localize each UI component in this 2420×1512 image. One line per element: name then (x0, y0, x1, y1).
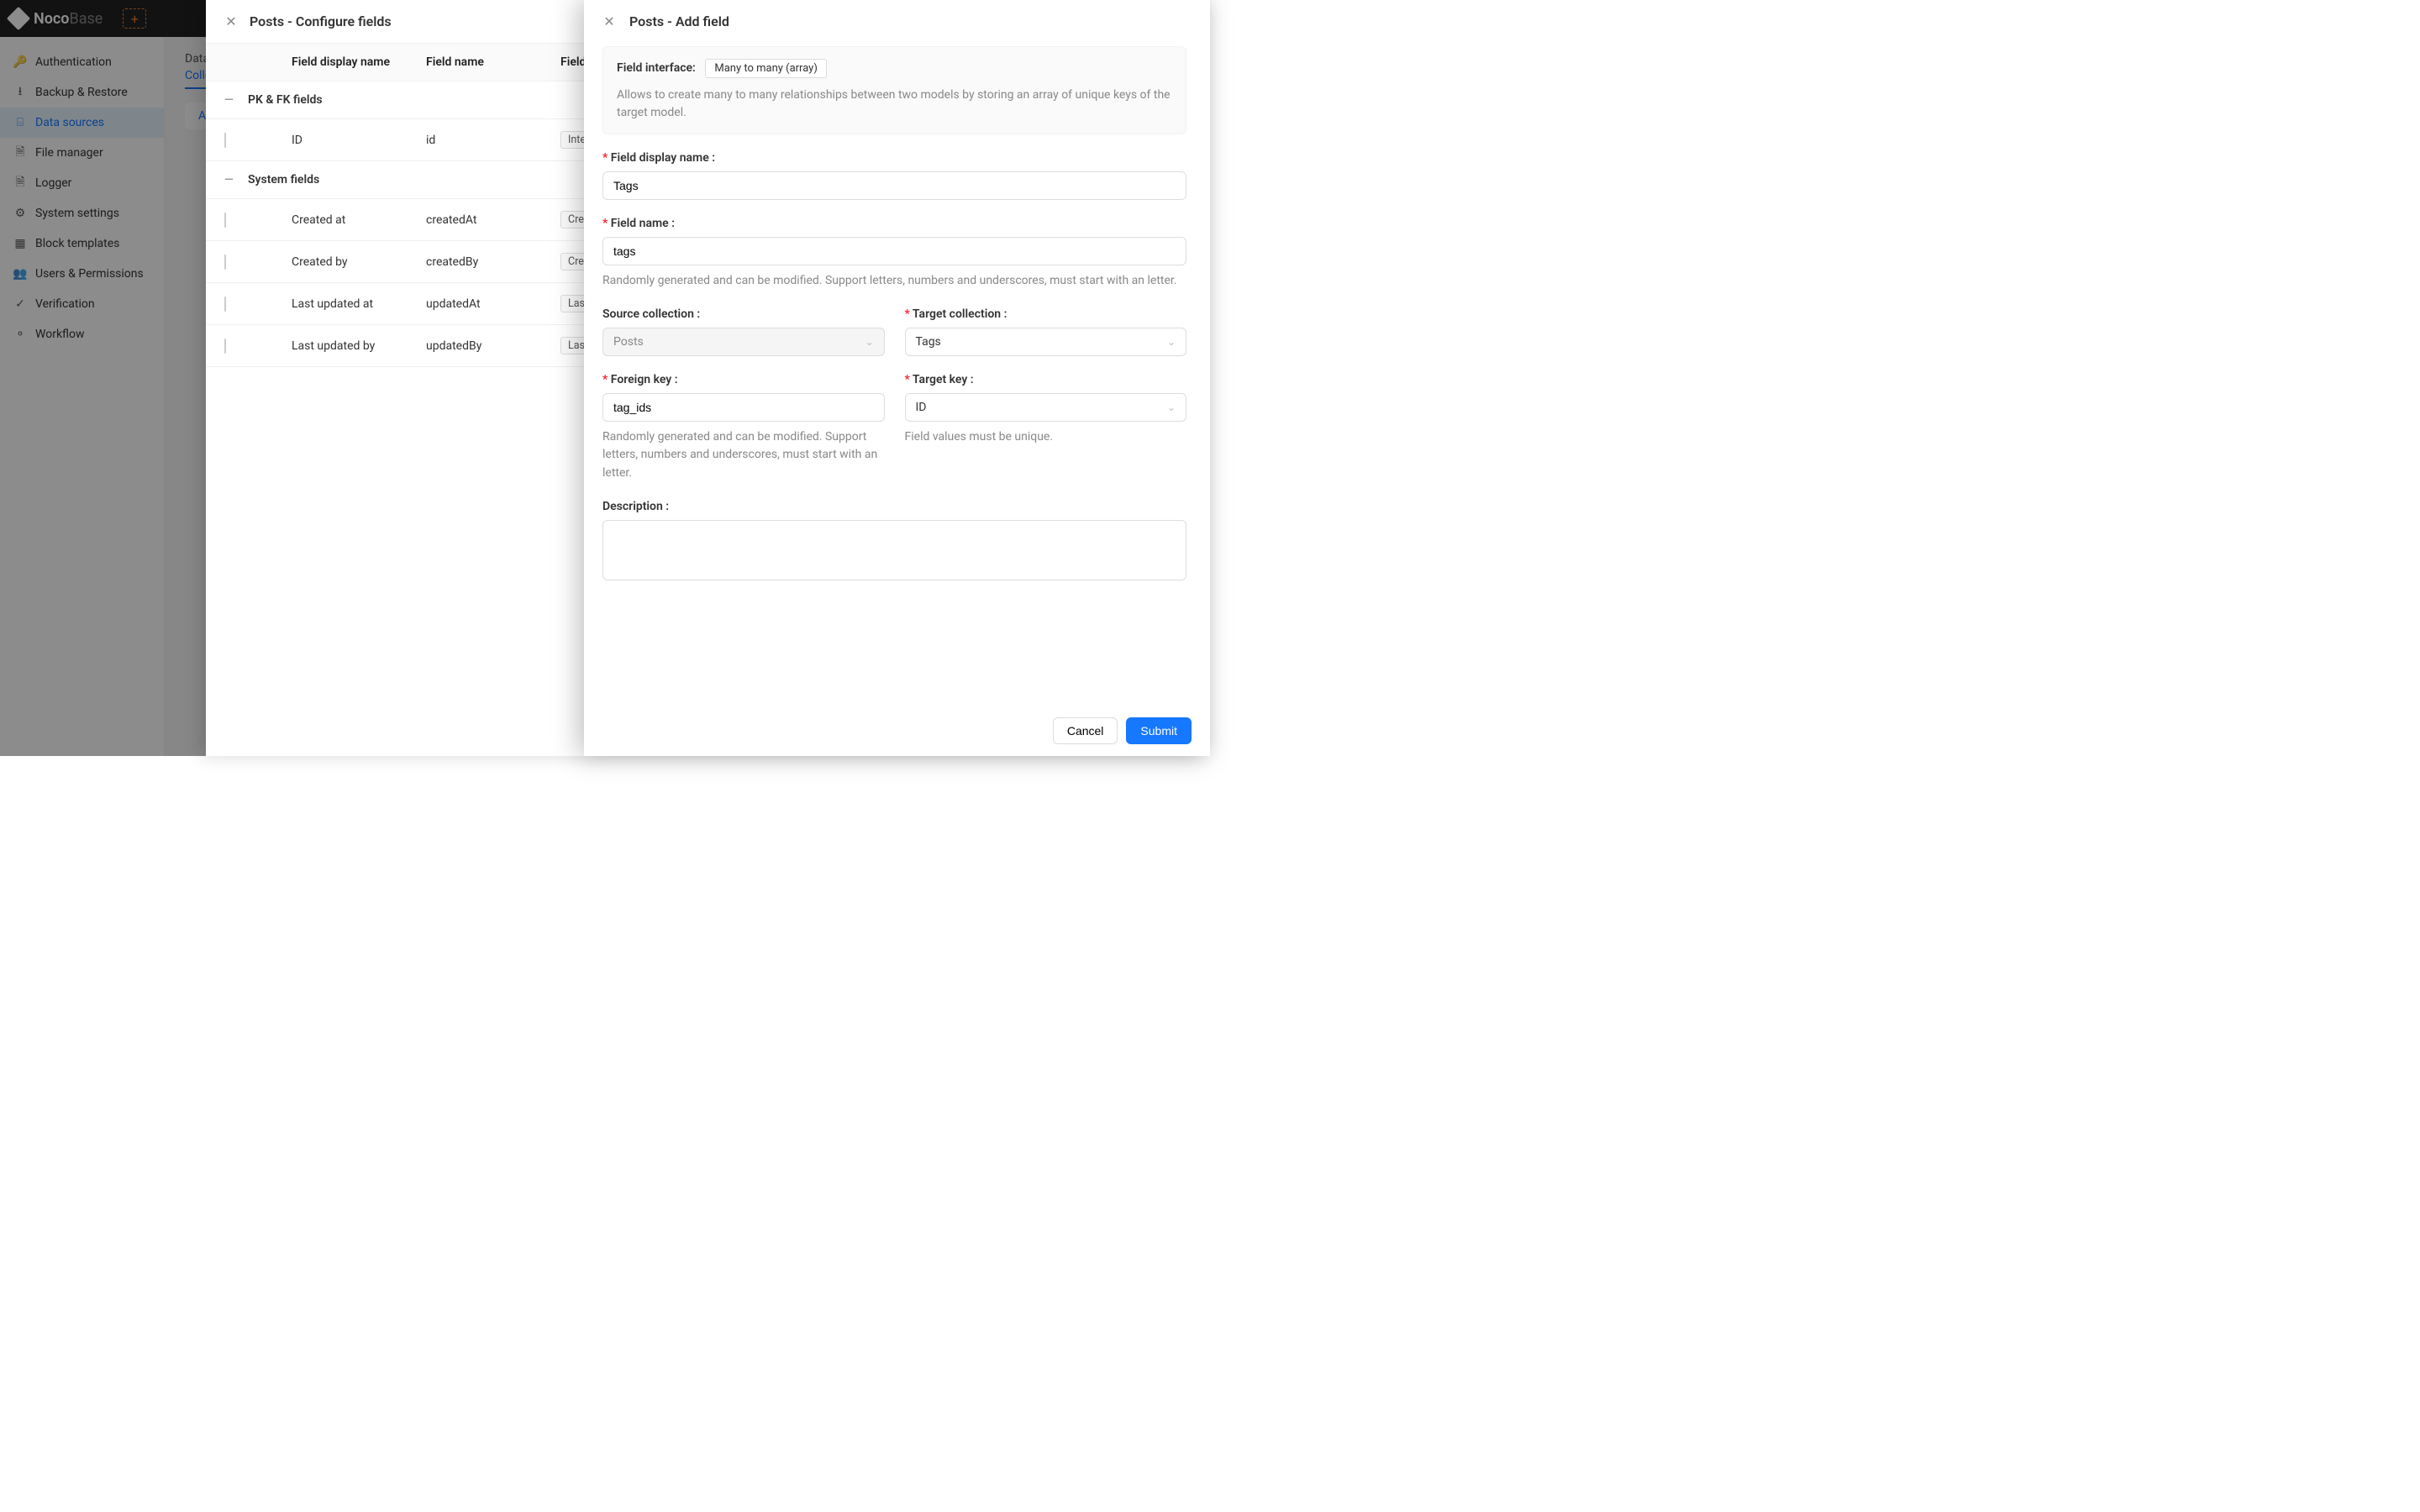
help-foreign-key: Randomly generated and can be modified. … (602, 428, 885, 483)
drawer-title: Posts - Add field (629, 13, 729, 29)
chevron-down-icon: ⌄ (1167, 336, 1176, 348)
close-icon[interactable]: ✕ (224, 13, 238, 29)
group-title: PK & FK fields (248, 93, 323, 107)
help-field-name: Randomly generated and can be modified. … (602, 272, 1186, 291)
interface-value[interactable]: Many to many (array) (705, 59, 827, 78)
col-field-name: Field name (426, 55, 560, 69)
cell-display: Created at (292, 213, 426, 227)
submit-button[interactable]: Submit (1126, 717, 1192, 744)
close-icon[interactable]: ✕ (602, 13, 616, 29)
select-target-key[interactable]: ID ⌄ (905, 393, 1187, 422)
chevron-down-icon: ⌄ (1167, 402, 1176, 413)
interface-info: Field interface: Many to many (array) Al… (602, 46, 1186, 134)
input-field-name[interactable] (602, 237, 1186, 265)
row-checkbox[interactable] (224, 213, 226, 228)
group-title: System fields (248, 173, 319, 186)
select-value: Posts (613, 335, 644, 349)
label-display-name: Field display name : (602, 151, 1186, 165)
cell-display: Created by (292, 255, 426, 269)
cancel-button[interactable]: Cancel (1053, 717, 1118, 744)
cell-display: Last updated by (292, 339, 426, 353)
cell-name: id (426, 134, 560, 147)
collapse-icon[interactable]: — (224, 173, 236, 186)
select-value: ID (916, 401, 927, 414)
row-checkbox[interactable] (224, 255, 226, 270)
label-description: Description : (602, 500, 1186, 513)
label-field-name: Field name : (602, 217, 1186, 230)
input-display-name[interactable] (602, 171, 1186, 200)
row-checkbox[interactable] (224, 339, 226, 354)
input-foreign-key[interactable] (602, 393, 885, 422)
help-target-key: Field values must be unique. (905, 428, 1187, 447)
cell-name: createdBy (426, 255, 560, 269)
collapse-icon[interactable]: — (224, 93, 236, 107)
cell-name: updatedAt (426, 297, 560, 311)
interface-label: Field interface: (617, 61, 696, 75)
textarea-description[interactable] (602, 520, 1186, 580)
cell-name: createdAt (426, 213, 560, 227)
drawer-title: Posts - Configure fields (250, 13, 392, 29)
col-display-name: Field display name (292, 55, 426, 69)
select-value: Tags (916, 335, 941, 349)
chevron-down-icon: ⌄ (865, 336, 873, 348)
cell-display: Last updated at (292, 297, 426, 311)
select-source-collection: Posts ⌄ (602, 328, 885, 356)
label-foreign-key: Foreign key : (602, 373, 885, 386)
drawer-add-field: ✕ Posts - Add field Field interface: Man… (584, 0, 1210, 756)
label-source-collection: Source collection : (602, 307, 885, 321)
row-checkbox[interactable] (224, 133, 226, 148)
label-target-key: Target key : (905, 373, 1187, 386)
label-target-collection: Target collection : (905, 307, 1187, 321)
row-checkbox[interactable] (224, 297, 226, 312)
interface-description: Allows to create many to many relationsh… (617, 87, 1172, 122)
select-target-collection[interactable]: Tags ⌄ (905, 328, 1187, 356)
cell-name: updatedBy (426, 339, 560, 353)
cell-display: ID (292, 134, 426, 147)
